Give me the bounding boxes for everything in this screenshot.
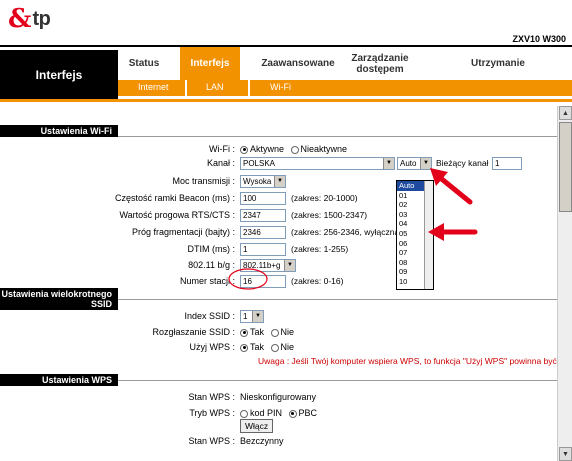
arrow-icon [428,223,478,241]
scroll-up-icon[interactable]: ▲ [559,106,572,120]
scrollbar-thumb[interactable] [559,122,572,212]
page-scrollbar[interactable]: ▲ ▼ [557,106,572,461]
arrow-icon [430,168,473,205]
highlight-circle [228,268,268,290]
scroll-down-icon[interactable]: ▼ [559,447,572,461]
annotation-overlay [228,168,478,290]
